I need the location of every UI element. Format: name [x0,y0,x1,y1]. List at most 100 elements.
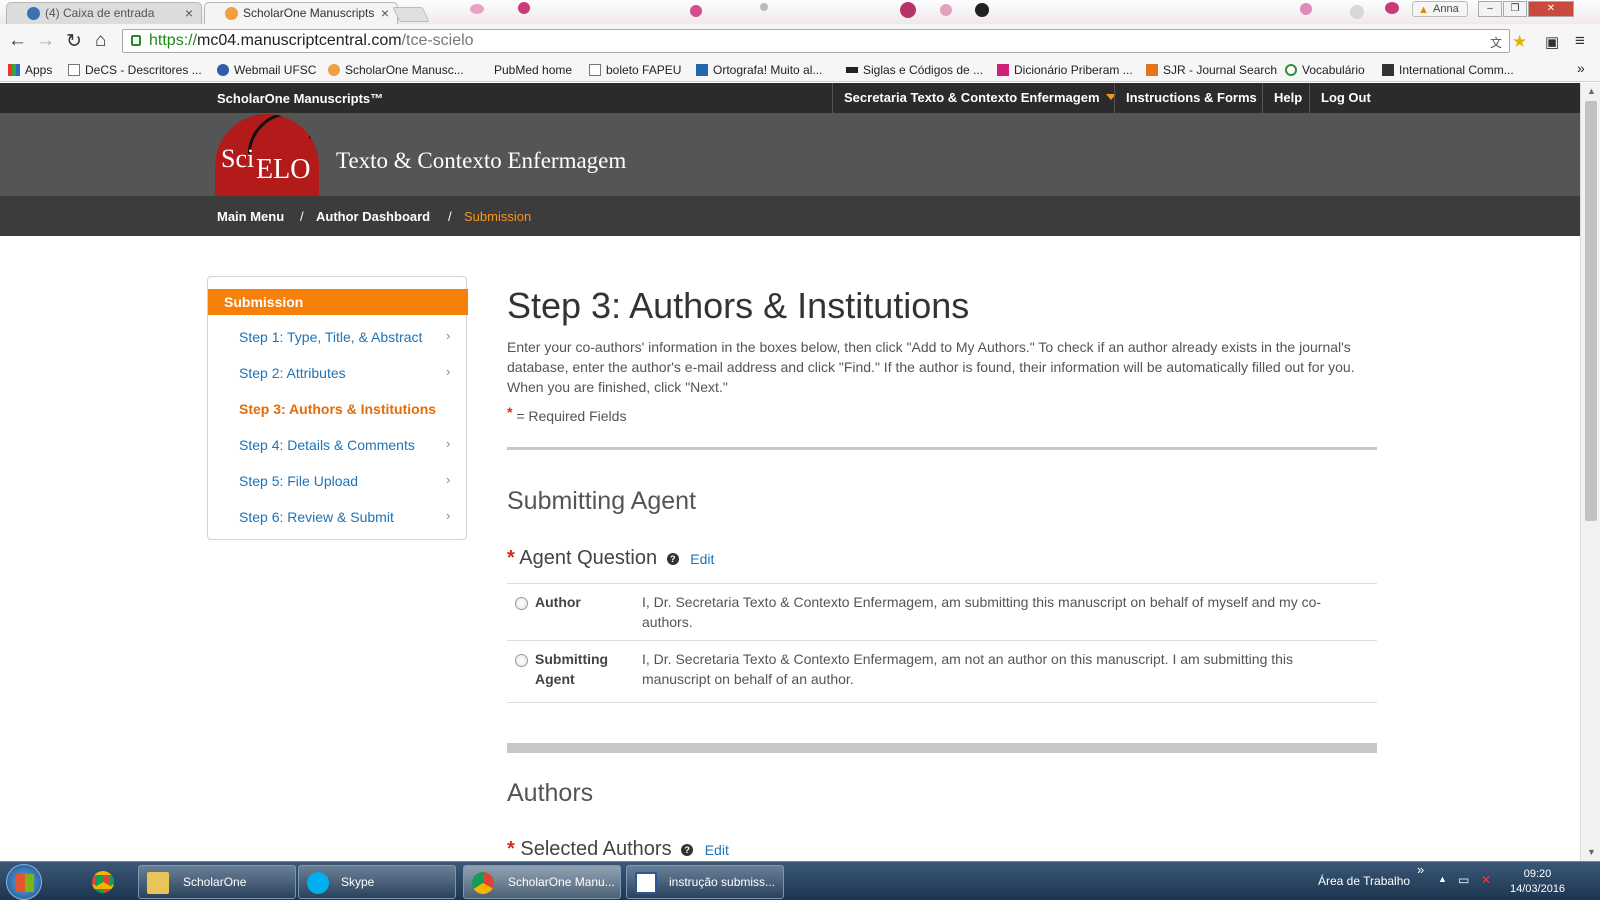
section-divider [507,743,1377,753]
close-tab-icon[interactable]: × [381,3,389,23]
step-4-link[interactable]: Step 4: Details & Comments [239,437,415,453]
browser-tab-strip: (4) Caixa de entrada × ScholarOne Manusc… [0,0,1600,24]
author-radio[interactable] [515,597,528,610]
bookmark-sjr[interactable]: SJR - Journal Search [1146,63,1277,77]
required-fields-note: * = Required Fields [507,404,627,424]
step-3-link[interactable]: Step 3: Authors & Institutions [239,401,436,417]
tab-inbox[interactable]: (4) Caixa de entrada × [6,2,202,24]
step-5-link[interactable]: Step 5: File Upload [239,473,358,489]
step-1-link[interactable]: Step 1: Type, Title, & Abstract [239,329,422,345]
extension-icon[interactable]: ▣ [1545,33,1559,51]
bookmark-star-icon[interactable]: ★ [1512,32,1527,52]
bookmark-vocabulario[interactable]: Vocabulário [1285,63,1365,77]
close-window-button[interactable]: ✕ [1528,1,1574,17]
bookmarks-overflow-chevron-icon[interactable]: » [1577,60,1585,76]
step-6-link[interactable]: Step 6: Review & Submit [239,509,394,525]
selected-authors-label: * Selected Authors ? Edit [507,838,729,860]
edit-selected-authors-link[interactable]: Edit [705,842,729,858]
step-2-link[interactable]: Step 2: Attributes [239,365,346,381]
restore-button[interactable]: ❐ [1503,1,1527,17]
tab-label: (4) Caixa de entrada [45,6,155,20]
bookmark-scholarone[interactable]: ScholarOne Manusc... [328,63,464,77]
breadcrumb: Main Menu / Author Dashboard / Submissio… [0,196,1580,236]
site-brand[interactable]: ScholarOne Manuscripts™ [217,91,383,106]
author-option-label[interactable]: Author [535,592,581,612]
submitting-agent-option-label[interactable]: Submitting Agent [535,649,625,689]
priberam-icon [997,64,1009,76]
reload-icon[interactable]: ↻ [66,30,82,53]
skype-icon [307,872,329,894]
lock-icon [131,35,141,46]
taskbar-skype[interactable]: Skype [298,865,456,899]
submitting-agent-heading: Submitting Agent [507,487,697,515]
scroll-up-icon[interactable]: ▲ [1587,86,1596,96]
bookmark-siglas[interactable]: Siglas e Códigos de ... [846,63,983,77]
ortografa-icon [696,64,708,76]
close-tab-icon[interactable]: × [185,3,193,23]
author-option-description: I, Dr. Secretaria Texto & Contexto Enfer… [642,594,1322,630]
back-icon[interactable]: ← [8,30,27,52]
bookmark-ortografa[interactable]: Ortografa! Muito al... [696,63,822,77]
clock-time: 09:20 [1523,868,1552,880]
logout-link[interactable]: Log Out [1309,83,1382,113]
section-divider [507,447,1377,450]
desktop-toolbar-label[interactable]: Área de Trabalho [1318,874,1410,888]
steps-header: Submission [208,289,468,315]
menu-icon[interactable]: ≡ [1575,31,1585,51]
row-divider [507,640,1377,641]
account-menu[interactable]: Secretaria Texto & Contexto Enfermagem [832,83,1127,113]
tab-scholarone[interactable]: ScholarOne Manuscripts × [204,2,398,24]
journal-title: Texto & Contexto Enfermagem [336,148,627,173]
taskbar-word-document[interactable]: instrução submiss... [626,865,784,899]
chevron-right-icon: › [446,508,451,523]
scroll-down-icon[interactable]: ▼ [1587,847,1596,857]
taskbar-chrome-window[interactable]: ScholarOne Manu... [463,865,621,899]
taskbar-scholarone-folder[interactable]: ScholarOne [138,865,296,899]
authors-heading: Authors [507,779,594,807]
system-clock[interactable]: 09:20 14/03/2016 [1510,867,1565,897]
word-icon [635,872,657,894]
chevron-right-icon: › [446,472,451,487]
start-button[interactable] [6,864,42,900]
bookmark-fapeu[interactable]: boleto FAPEU [589,63,681,77]
help-icon[interactable]: ? [666,553,679,565]
volume-muted-icon[interactable]: ✕ [1481,873,1491,887]
bookmark-priberam[interactable]: Dicionário Priberam ... [997,63,1133,77]
bookmark-pubmed[interactable]: PubMed home [477,63,572,77]
bookmark-apps[interactable]: Apps [8,63,52,77]
bookmark-decs[interactable]: DeCS - Descritores ... [68,63,202,77]
help-icon[interactable]: ? [681,844,694,856]
minimize-button[interactable]: – [1478,1,1502,17]
chevron-right-icon: › [446,328,451,343]
address-bar[interactable]: https://mc04.manuscriptcentral.com/tce-s… [122,29,1510,53]
submitting-agent-radio[interactable] [515,654,528,667]
pubmed-icon [477,64,489,76]
scielo-logo[interactable]: Sci ELO [215,114,319,198]
apps-grid-icon [8,64,20,76]
bookmark-international[interactable]: International Comm... [1382,63,1514,77]
breadcrumb-main-menu[interactable]: Main Menu [217,209,284,224]
page-scrollbar[interactable]: ▲ ▼ [1580,83,1600,861]
scrollbar-thumb[interactable] [1585,101,1597,521]
network-icon[interactable]: ▭ [1458,873,1469,887]
breadcrumb-author-dashboard[interactable]: Author Dashboard [316,209,430,224]
profile-button[interactable]: ▲ Anna [1412,1,1468,17]
show-hidden-icons-icon[interactable]: ▲ [1438,874,1447,884]
windows-logo-icon [16,874,34,892]
edit-agent-question-link[interactable]: Edit [690,551,714,567]
chrome-pinned-button[interactable] [78,865,132,899]
page-icon [68,64,80,76]
new-tab-button[interactable] [392,7,430,22]
forward-icon[interactable]: → [36,30,55,52]
desktop-toolbar-chevron-icon[interactable]: » [1417,862,1424,877]
help-link[interactable]: Help [1262,83,1313,113]
url-host: mc04.manuscriptcentral.com [197,32,402,49]
row-divider [507,583,1377,584]
home-icon[interactable]: ⌂ [95,30,106,52]
bookmarks-bar: Apps DeCS - Descritores ... Webmail UFSC… [0,58,1600,82]
instructions-forms-link[interactable]: Instructions & Forms [1114,83,1268,113]
bookmark-webmail[interactable]: Webmail UFSC [217,63,316,77]
url-scheme: https:// [149,32,198,49]
translate-icon[interactable]: 文 [1490,34,1502,51]
page-title: Step 3: Authors & Institutions [507,285,970,326]
